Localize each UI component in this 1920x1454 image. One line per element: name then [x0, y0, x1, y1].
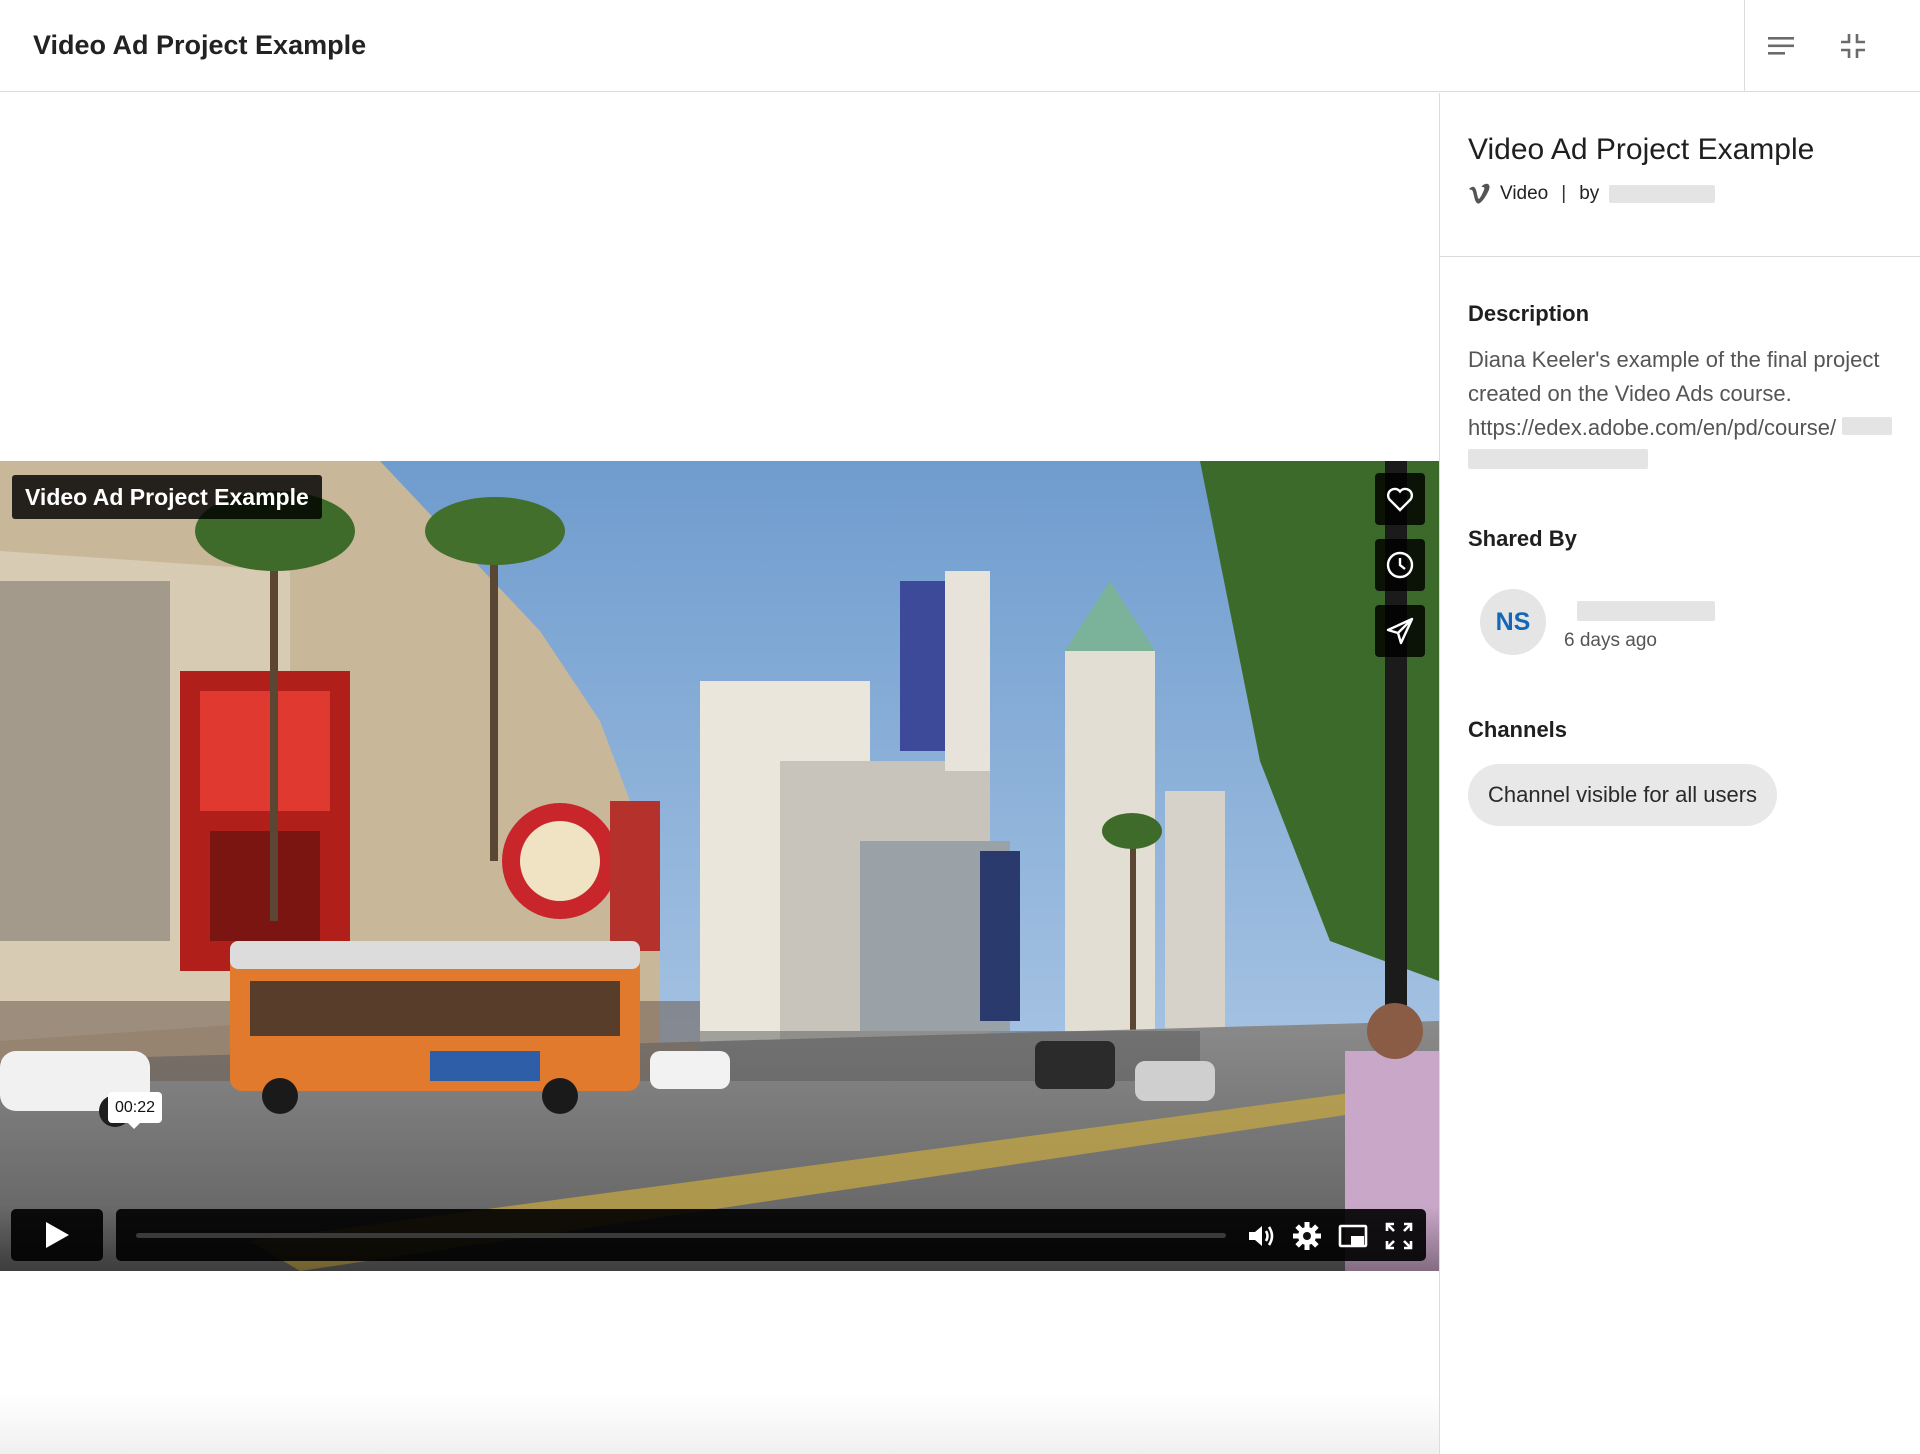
progress-bar[interactable]: [136, 1233, 1226, 1238]
fullscreen-button[interactable]: [1382, 1219, 1416, 1253]
video-title-overlay: Video Ad Project Example: [12, 475, 322, 519]
details-header: Video Ad Project Example Video | by: [1440, 93, 1920, 257]
avatar: NS: [1480, 589, 1546, 655]
player-controls: [0, 1206, 1439, 1271]
meta-row: Video | by: [1468, 183, 1716, 205]
details-panel: Video Ad Project Example Video | by Desc…: [1439, 93, 1920, 1454]
fullscreen-icon: [1385, 1222, 1413, 1250]
picture-in-picture-icon: [1338, 1224, 1368, 1248]
settings-button[interactable]: [1290, 1219, 1324, 1253]
description-heading: Description: [1468, 301, 1590, 326]
play-button[interactable]: [11, 1209, 103, 1261]
video-player[interactable]: Video Ad Project Example: [0, 461, 1439, 1271]
video-side-actions: [1375, 473, 1425, 671]
description-link-redacted: [1842, 417, 1893, 435]
video-frame: [0, 461, 1439, 1271]
pip-button[interactable]: [1336, 1219, 1370, 1253]
channel-chip[interactable]: Channel visible for all users: [1468, 764, 1778, 826]
time-tooltip: 00:22: [108, 1092, 163, 1129]
meta-separator: |: [1561, 183, 1567, 204]
description-text: Diana Keeler's example of the final proj…: [1468, 347, 1880, 440]
settings-gear-icon: [1293, 1222, 1321, 1250]
volume-icon: [1249, 1226, 1274, 1246]
channels-heading: Channels: [1468, 717, 1568, 742]
description-link-redacted-line: [1468, 449, 1648, 469]
page-title: Video Ad Project Example: [33, 30, 367, 60]
menu-lines-icon: [1768, 37, 1794, 55]
main-content: Video Ad Project Example: [0, 93, 1439, 1454]
like-button[interactable]: [1375, 473, 1425, 525]
source-label: Video: [1500, 183, 1549, 204]
by-label: by: [1579, 183, 1600, 204]
control-bar: [116, 1209, 1426, 1261]
shared-time: 6 days ago: [1564, 630, 1657, 651]
top-header: Video Ad Project Example: [0, 0, 1920, 92]
volume-button[interactable]: [1244, 1219, 1278, 1253]
play-icon: [46, 1222, 69, 1248]
author-name-redacted: [1609, 185, 1716, 203]
description-text-block: Diana Keeler's example of the final proj…: [1468, 343, 1908, 469]
bottom-fade: [0, 1394, 1439, 1454]
shared-by-heading: Shared By: [1468, 526, 1577, 551]
heart-icon: [1386, 487, 1414, 512]
clock-icon: [1386, 551, 1414, 579]
collapse-icon: [1841, 34, 1865, 58]
exit-fullscreen-button[interactable]: [1817, 0, 1889, 92]
watch-later-button[interactable]: [1375, 539, 1425, 591]
share-button[interactable]: [1375, 605, 1425, 657]
details-title: Video Ad Project Example: [1468, 133, 1815, 166]
header-actions: [1744, 0, 1920, 92]
send-icon: [1386, 617, 1414, 645]
vimeo-icon: [1469, 183, 1490, 204]
shared-by-name-redacted: [1577, 601, 1715, 621]
details-toggle-button[interactable]: [1745, 0, 1817, 92]
